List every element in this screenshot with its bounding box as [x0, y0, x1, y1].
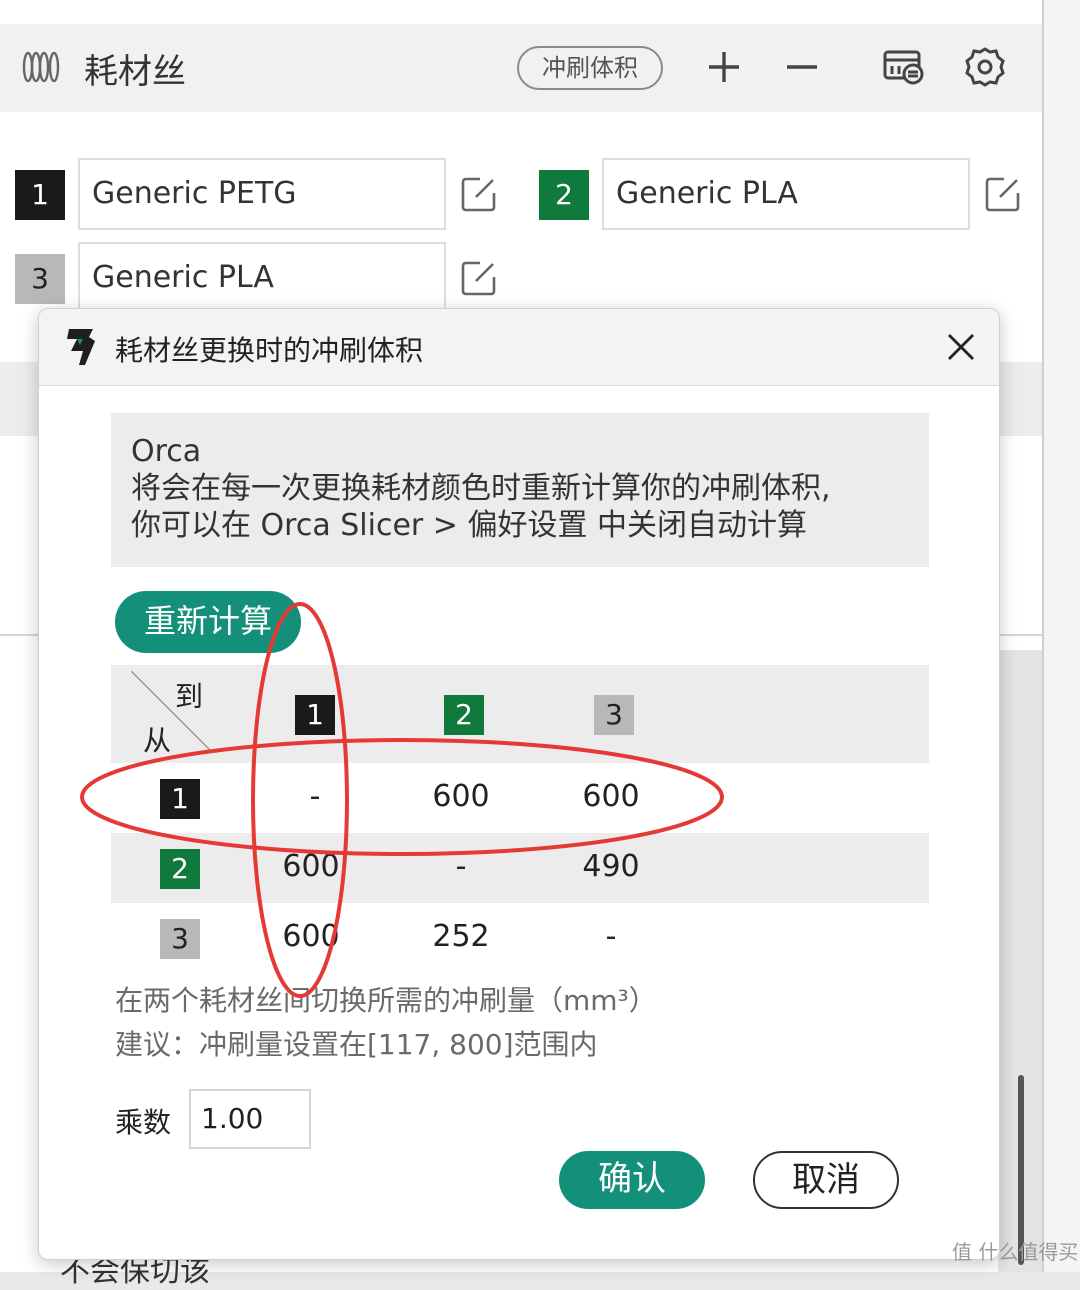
slot-field-1[interactable]: Generic PETG [78, 158, 446, 230]
slot-badge-1: 1 [15, 170, 65, 220]
confirm-button[interactable]: 确认 [559, 1151, 705, 1209]
matrix-cell[interactable]: 490 [551, 849, 671, 884]
flush-volume-dialog: 耗材丝更换时的冲刷体积 Orca 将会在每一次更换耗材颜色时重新计算你的冲刷体积… [38, 308, 1000, 1260]
ams-icon[interactable] [882, 44, 926, 90]
matrix-cell[interactable]: - [401, 849, 521, 884]
matrix-cell[interactable]: 600 [401, 779, 521, 814]
matrix-column-3: 3 [594, 695, 634, 735]
orca-logo-icon [67, 329, 95, 365]
slot-field-3[interactable]: Generic PLA [78, 242, 446, 314]
matrix-row-label-1: 1 [160, 779, 200, 819]
matrix-cell[interactable]: - [551, 919, 671, 954]
matrix-cell[interactable]: 600 [551, 779, 671, 814]
flush-suggestion: 建议：冲刷量设置在[117, 800]范围内 [115, 1028, 598, 1061]
matrix-column-2: 2 [444, 695, 484, 735]
matrix-from-label: 从 [143, 724, 172, 757]
top-strip [0, 0, 1042, 24]
flush-volume-button[interactable]: 冲刷体积 [517, 46, 663, 90]
watermark: 值 什么值得买 [952, 1240, 1079, 1264]
matrix-to-label: 到 [175, 680, 204, 713]
dialog-titlebar: 耗材丝更换时的冲刷体积 [39, 309, 999, 386]
panel-title: 耗材丝 [84, 52, 186, 92]
edit-icon[interactable] [460, 175, 498, 213]
multiplier-label: 乘数 [115, 1106, 172, 1139]
info-line: 你可以在 Orca Slicer > 偏好设置 中关闭自动计算 [131, 508, 807, 543]
cancel-button[interactable]: 取消 [753, 1151, 899, 1209]
minus-icon[interactable] [780, 44, 824, 90]
edit-icon[interactable] [984, 175, 1022, 213]
matrix-cell[interactable]: 600 [251, 849, 371, 884]
spool-icon [22, 51, 60, 83]
edit-icon[interactable] [460, 259, 498, 297]
slot-field-2[interactable]: Generic PLA [602, 158, 970, 230]
matrix-row-label-2: 2 [160, 849, 200, 889]
close-icon[interactable] [943, 329, 979, 365]
slot-badge-2: 2 [539, 170, 589, 220]
multiplier-input[interactable]: 1.00 [189, 1089, 311, 1149]
plus-icon[interactable] [702, 44, 746, 90]
matrix-header [111, 665, 929, 763]
slot-badge-3: 3 [15, 254, 65, 304]
info-box: Orca 将会在每一次更换耗材颜色时重新计算你的冲刷体积, 你可以在 Orca … [111, 413, 929, 567]
info-line: Orca [131, 434, 202, 469]
gear-icon[interactable] [963, 44, 1007, 90]
flush-note: 在两个耗材丝间切换所需的冲刷量（mm³） [115, 984, 657, 1017]
info-line: 将会在每一次更换耗材颜色时重新计算你的冲刷体积, [131, 471, 831, 506]
matrix-cell[interactable]: 252 [401, 919, 521, 954]
recalculate-button[interactable]: 重新计算 [115, 591, 301, 653]
matrix-cell[interactable]: - [255, 779, 375, 814]
matrix-column-1: 1 [295, 695, 335, 735]
dialog-title: 耗材丝更换时的冲刷体积 [115, 334, 424, 367]
matrix-row-label-3: 3 [160, 919, 200, 959]
window-edge [1042, 0, 1080, 1272]
matrix-cell[interactable]: 600 [251, 919, 371, 954]
